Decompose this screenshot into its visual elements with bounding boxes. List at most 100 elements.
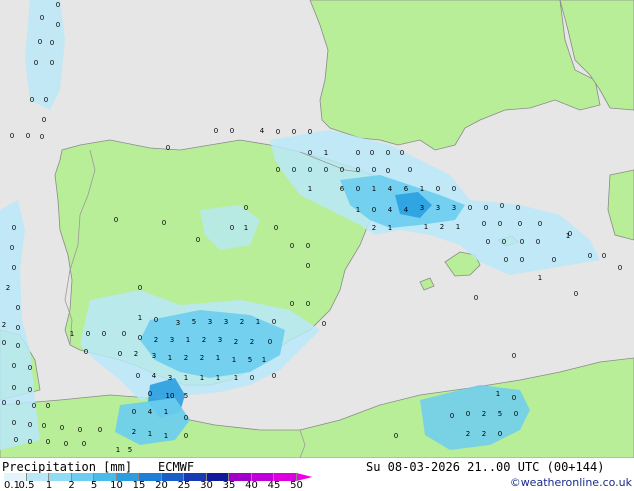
precip-value-label: 0: [184, 432, 188, 440]
precip-value-label: 0: [16, 324, 20, 332]
credit-link[interactable]: ©weatheronline.co.uk: [510, 476, 632, 489]
precip-value-label: 0: [138, 334, 142, 342]
precip-value-label: 0: [272, 318, 276, 326]
precip-value-label: 0: [166, 144, 170, 152]
precip-value-label: 1: [388, 224, 392, 232]
precip-value-label: 5: [192, 318, 196, 326]
precip-value-label: 1: [216, 354, 220, 362]
precip-value-label: 0: [512, 352, 516, 360]
precip-value-label: 0: [306, 242, 310, 250]
precip-value-label: 0: [50, 39, 54, 47]
precip-value-label: 0: [154, 316, 158, 324]
precip-value-label: 0: [82, 440, 86, 448]
precip-value-label: 4: [388, 185, 393, 193]
precip-value-label: 2: [466, 430, 470, 438]
precip-value-label: 0: [504, 256, 508, 264]
precip-value-label: 0: [30, 96, 34, 104]
precip-value-label: 1: [184, 374, 188, 382]
precip-value-label: 1: [256, 318, 260, 326]
precip-value-label: 0: [466, 410, 470, 418]
precip-value-label: 0: [184, 414, 188, 422]
precip-value-label: 0: [102, 330, 106, 338]
precip-value-label: 0: [292, 128, 296, 136]
precip-value-label: 0: [12, 224, 16, 232]
precip-value-label: 0: [356, 185, 360, 193]
precip-value-label: 3: [224, 318, 228, 326]
precip-value-label: 1: [324, 149, 328, 157]
precip-value-label: 0: [40, 133, 44, 141]
precip-value-label: 0: [38, 38, 42, 46]
precip-value-label: 0: [520, 256, 524, 264]
precip-value-label: 1: [232, 356, 236, 364]
precip-value-label: 1: [148, 430, 152, 438]
precip-value-label: 0: [538, 220, 542, 228]
precip-value-label: 0: [86, 330, 90, 338]
precip-value-label: 1: [262, 356, 266, 364]
precip-value-label: 0: [14, 436, 18, 444]
precip-value-label: 1: [216, 374, 220, 382]
precip-value-label: 0: [10, 132, 14, 140]
precip-value-label: 3: [208, 318, 212, 326]
precip-value-label: 0: [46, 402, 50, 410]
precip-value-label: 0: [408, 166, 412, 174]
precip-value-label: 1: [186, 336, 190, 344]
chart-title: Precipitation [mm]: [2, 460, 133, 474]
precip-value-label: 0: [50, 59, 54, 67]
precip-value-label: 0: [372, 166, 376, 174]
precip-value-label: 5: [184, 392, 188, 400]
precip-value-label: 0: [60, 424, 64, 432]
precip-value-label: 0: [514, 410, 518, 418]
precip-value-label: 2: [372, 224, 376, 232]
precip-value-label: 0: [520, 238, 524, 246]
precip-value-label: 0: [26, 132, 30, 140]
precip-value-label: 3: [436, 204, 440, 212]
legend-tick: 30: [200, 480, 213, 491]
precip-value-label: 0: [32, 402, 36, 410]
precip-value-label: 0: [518, 220, 522, 228]
precip-value-label: 0: [268, 338, 272, 346]
precip-value-label: 0: [436, 185, 440, 193]
precip-value-label: 0: [44, 96, 48, 104]
precip-value-label: 5: [128, 446, 132, 454]
precip-value-label: 3: [452, 204, 456, 212]
precip-value-label: 0: [500, 202, 504, 210]
precip-value-label: 2: [6, 284, 10, 292]
legend-tick: 5: [90, 480, 98, 491]
precip-value-label: 1: [538, 274, 542, 282]
precip-value-label: 0: [482, 220, 486, 228]
precip-value-label: 0: [28, 421, 32, 429]
precip-value-label: 1: [456, 223, 460, 231]
precip-value-label: 0: [42, 422, 46, 430]
precip-value-label: 0: [196, 236, 200, 244]
legend-tick: 1: [45, 480, 53, 491]
precip-value-label: 3: [218, 336, 222, 344]
precip-value-label: 0: [136, 372, 140, 380]
precip-value-label: 1: [356, 206, 360, 214]
legend-tick: 2: [68, 480, 75, 491]
precip-value-label: 1: [496, 390, 500, 398]
precip-value-label: 0: [230, 127, 234, 135]
precip-value-label: 0: [56, 1, 60, 9]
precip-value-label: 0: [46, 438, 50, 446]
precip-value-label: 0: [308, 149, 312, 157]
precip-value-label: 0: [512, 394, 516, 402]
precip-value-label: 5: [498, 410, 502, 418]
precip-value-label: 0: [516, 204, 520, 212]
precip-value-label: 0: [468, 204, 472, 212]
precip-value-label: 0: [618, 264, 622, 272]
precip-value-label: 0: [340, 166, 344, 174]
precip-value-label: 0: [272, 372, 276, 380]
precip-value-label: 0: [498, 220, 502, 228]
precip-value-label: 0: [114, 216, 118, 224]
precip-value-label: 0: [370, 149, 374, 157]
precip-value-label: 2: [240, 318, 244, 326]
precip-value-label: 0: [2, 339, 6, 347]
precip-value-label: 2: [134, 350, 138, 358]
precip-value-label: 0: [306, 300, 310, 308]
precip-value-label: 0: [306, 262, 310, 270]
precip-value-label: 0: [552, 256, 556, 264]
precip-value-label: 0: [122, 330, 126, 338]
precip-value-label: 1: [308, 185, 312, 193]
precip-value-label: 2: [154, 336, 158, 344]
legend-tick: 50: [290, 480, 303, 491]
